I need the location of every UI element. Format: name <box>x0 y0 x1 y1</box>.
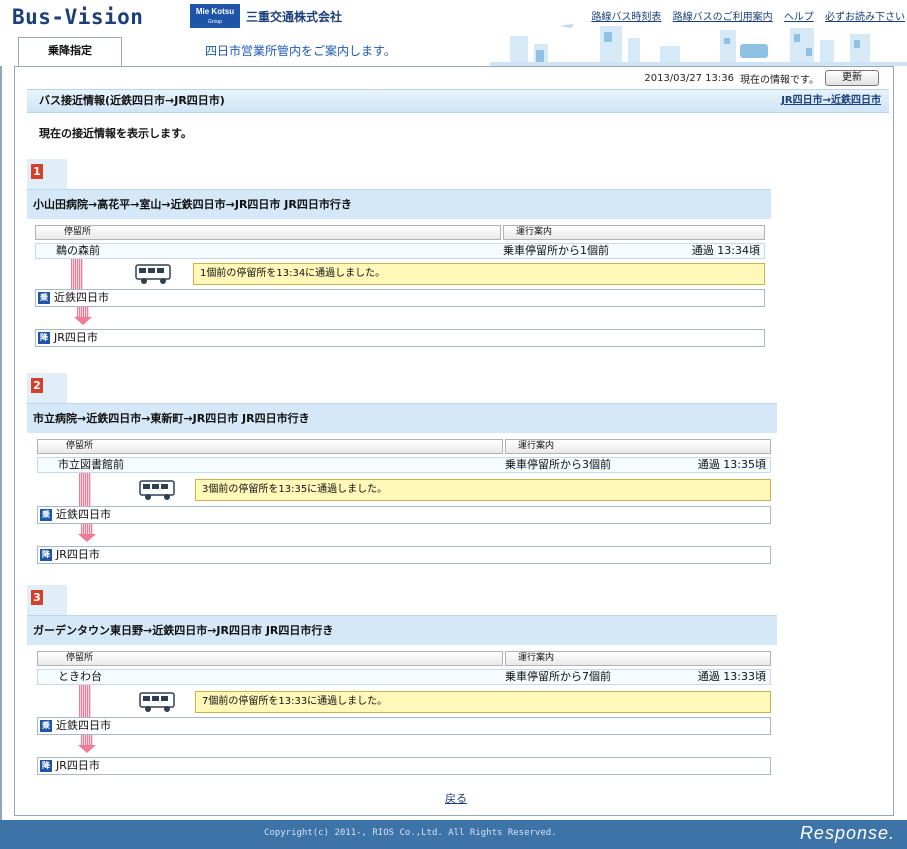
operation-info: 乗車停留所から7個前 <box>505 670 611 683</box>
route-title: ガーデンタウン東日野→近鉄四日市→JR四日市 JR四日市行き <box>27 615 777 645</box>
column-info-header: 運行案内 <box>505 439 771 454</box>
boarding-stop: 乗近鉄四日市 <box>35 289 765 307</box>
down-arrow-icon <box>78 745 96 753</box>
column-info-header: 運行案内 <box>505 651 771 666</box>
alighting-stop: 降 JR四日市 <box>37 546 771 564</box>
frame-left-border <box>0 66 2 820</box>
city-skyline-illustration <box>490 24 907 66</box>
route-track <box>79 473 91 507</box>
route-number-tab: 3 <box>27 585 67 615</box>
pass-time: 通過 13:35頃 <box>697 458 766 471</box>
current-stop-row: 市立図書館前 乗車停留所から3個前 通過 13:35頃 <box>37 457 771 473</box>
bus-icon <box>139 692 175 712</box>
status-info: 現在の情報です。 <box>740 74 819 86</box>
current-stop-name: 市立図書館前 <box>58 458 124 471</box>
route-number: 3 <box>31 590 43 605</box>
header: Bus-Vision Mie Kotsu Group 三重交通株式会社 路線バス… <box>0 0 907 67</box>
route-number: 2 <box>31 378 43 393</box>
mie-kotsu-logo-text: Mie Kotsu <box>195 7 235 16</box>
app-logo: Bus-Vision <box>12 5 144 29</box>
alighting-stop-name: JR四日市 <box>56 759 100 772</box>
alighting-mark-icon: 降 <box>40 760 52 772</box>
column-stop-header: 停留所 <box>37 439 503 454</box>
column-info-header: 運行案内 <box>503 225 765 240</box>
pass-time: 通過 13:33頃 <box>697 670 766 683</box>
mie-kotsu-group-text: Group <box>208 19 222 25</box>
alighting-stop: 降 JR四日市 <box>37 757 771 775</box>
approach-notice: 7個前の停留所を13:33に通過しました。 <box>195 691 771 713</box>
current-stop-name: 鵜の森前 <box>56 244 100 257</box>
current-stop-row: ときわ台 乗車停留所から7個前 通過 13:33頃 <box>37 669 771 685</box>
down-arrow-icon <box>78 534 96 542</box>
tab-boarding-alighting[interactable]: 乗降指定 <box>18 37 122 67</box>
route-number: 1 <box>31 164 43 179</box>
intro-text: 現在の接近情報を表示します。 <box>39 127 192 140</box>
status-bar: 2013/03/27 13:36 現在の情報です。 更新 <box>644 67 879 89</box>
operation-info: 乗車停留所から3個前 <box>505 458 611 471</box>
alighting-stop-name: JR四日市 <box>54 331 98 344</box>
boarding-stop: 乗近鉄四日市 <box>37 506 771 524</box>
boarding-stop-name: 近鉄四日市 <box>56 719 111 732</box>
route-track <box>71 259 83 293</box>
approach-notice: 1個前の停留所を13:34に通過しました。 <box>193 263 765 285</box>
boarding-stop-name: 近鉄四日市 <box>54 291 109 304</box>
bus-icon <box>135 264 171 284</box>
section-title-text: バス接近情報(近鉄四日市→JR四日市) <box>39 94 225 107</box>
route-block-2: 2 市立病院→近鉄四日市→東新町→JR四日市 JR四日市行き 停留所 運行案内 … <box>27 373 787 579</box>
pass-time: 通過 13:34頃 <box>691 244 760 257</box>
current-stop-row: 鵜の森前 乗車停留所から1個前 通過 13:34頃 <box>35 243 765 259</box>
route-track <box>79 685 91 719</box>
operation-info: 乗車停留所から1個前 <box>503 244 609 257</box>
boarding-stop: 乗近鉄四日市 <box>37 717 771 735</box>
company-name: 三重交通株式会社 <box>246 10 343 24</box>
alighting-mark-icon: 降 <box>40 549 52 561</box>
route-number-tab: 2 <box>27 373 67 403</box>
approach-notice: 3個前の停留所を13:35に通過しました。 <box>195 479 771 501</box>
down-arrow-icon <box>74 317 92 325</box>
copyright-text: Copyright(c) 2011-, RIOS Co.,Ltd. All Ri… <box>264 828 557 838</box>
boarding-mark-icon: 乗 <box>40 720 52 732</box>
column-stop-header: 停留所 <box>35 225 501 240</box>
alighting-mark-icon: 降 <box>38 332 50 344</box>
main-panel: 2013/03/27 13:36 現在の情報です。 更新 バス接近情報(近鉄四日… <box>14 66 894 816</box>
route-number-tab: 1 <box>27 159 67 189</box>
route-block-1: 1 小山田病院→高花平→室山→近鉄四日市→JR四日市 JR四日市行き 停留所 運… <box>27 159 777 359</box>
route-title: 小山田病院→高花平→室山→近鉄四日市→JR四日市 JR四日市行き <box>27 189 771 219</box>
alighting-stop-name: JR四日市 <box>56 548 100 561</box>
reverse-direction-link[interactable]: JR四日市→近鉄四日市 <box>781 90 881 112</box>
route-block-3: 3 ガーデンタウン東日野→近鉄四日市→JR四日市 JR四日市行き 停留所 運行案… <box>27 585 787 795</box>
mie-kotsu-logo: Mie Kotsu Group <box>190 4 240 28</box>
bus-icon <box>139 480 175 500</box>
alighting-stop: 降 JR四日市 <box>35 329 765 347</box>
boarding-mark-icon: 乗 <box>38 292 50 304</box>
boarding-stop-name: 近鉄四日市 <box>56 508 111 521</box>
area-guide-text: 四日市営業所管内をご案内します。 <box>205 44 396 58</box>
back-link[interactable]: 戻る <box>445 790 467 806</box>
column-stop-header: 停留所 <box>37 651 503 666</box>
boarding-mark-icon: 乗 <box>40 509 52 521</box>
route-title: 市立病院→近鉄四日市→東新町→JR四日市 JR四日市行き <box>27 403 777 433</box>
current-stop-name: ときわ台 <box>58 670 102 683</box>
footer: Copyright(c) 2011-, RIOS Co.,Ltd. All Ri… <box>0 820 907 849</box>
refresh-button[interactable]: 更新 <box>825 70 879 86</box>
response-watermark: Response. <box>799 823 895 843</box>
section-title: バス接近情報(近鉄四日市→JR四日市) JR四日市→近鉄四日市 <box>27 89 889 113</box>
status-datetime: 2013/03/27 13:36 <box>644 72 734 84</box>
